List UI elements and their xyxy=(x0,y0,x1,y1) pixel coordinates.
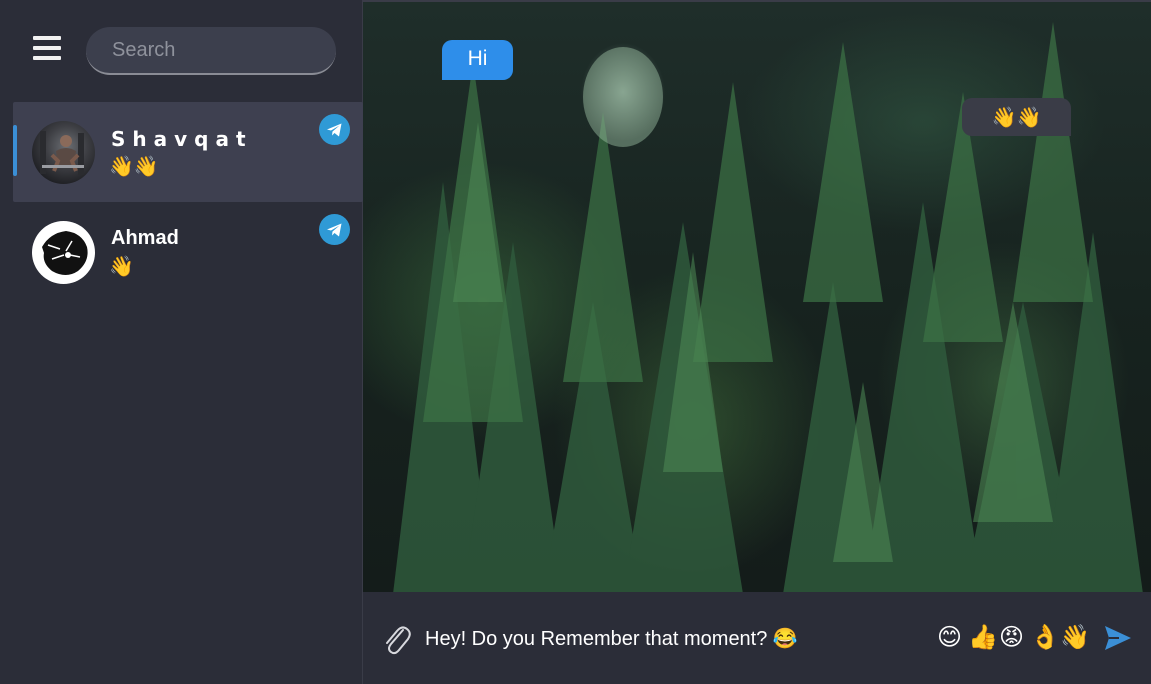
avatar xyxy=(32,221,95,284)
avatar xyxy=(32,121,95,184)
chat-name: Shavqat xyxy=(111,127,253,151)
active-indicator xyxy=(13,125,17,176)
emoji-wave[interactable]: 👋 xyxy=(1060,623,1090,651)
telegram-icon xyxy=(319,114,350,145)
telegram-icon xyxy=(319,214,350,245)
chat-item-ahmad[interactable]: Ahmad 👋 xyxy=(13,202,363,302)
hamburger-menu-icon[interactable] xyxy=(33,36,61,64)
search-input[interactable] xyxy=(86,27,336,75)
message-input[interactable] xyxy=(425,620,925,656)
chat-preview: 👋 xyxy=(109,254,134,278)
chat-name: Ahmad xyxy=(111,227,179,249)
paperclip-icon[interactable] xyxy=(381,622,411,656)
emoji-smile[interactable]: 😊 xyxy=(937,623,962,651)
send-icon[interactable] xyxy=(1103,624,1133,652)
emoji-angry[interactable]: 😡 xyxy=(999,623,1024,651)
message-composer: 😊 👍 😡 👌 👋 xyxy=(363,592,1151,684)
emoji-ok-hand[interactable]: 👌 xyxy=(1030,623,1060,651)
chat-item-shavqat[interactable]: Shavqat 👋👋 xyxy=(13,102,363,202)
forest-background xyxy=(393,22,1143,592)
outgoing-message: 👋👋 xyxy=(962,98,1071,136)
sidebar: Shavqat 👋👋 Ahmad 👋 xyxy=(0,0,363,684)
chat-preview: 👋👋 xyxy=(109,154,159,178)
chat-window: Hi 👋👋 xyxy=(363,0,1151,592)
incoming-message: Hi xyxy=(442,40,513,80)
emoji-thumbs-up[interactable]: 👍 xyxy=(968,623,998,651)
